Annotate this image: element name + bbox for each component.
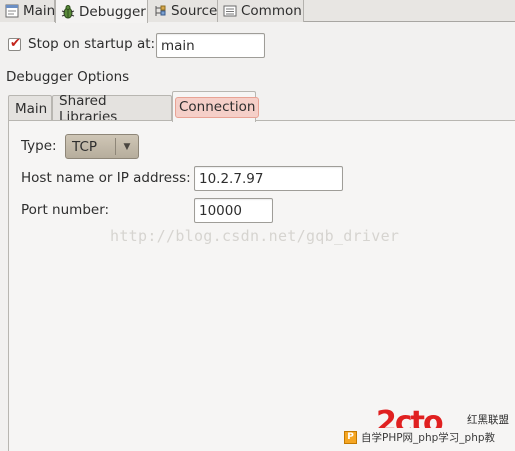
source-lookup-icon: [152, 3, 168, 19]
connection-type-select[interactable]: TCP ▼: [65, 134, 139, 159]
footer-banner: P 自学PHP网_php学习_php教: [344, 428, 515, 446]
debugger-options-tab-bar: Main Shared Libraries Connection: [8, 91, 515, 125]
port-number-input[interactable]: [194, 198, 273, 223]
tab-shared-libraries[interactable]: Shared Libraries: [52, 93, 172, 125]
tab-connection-label: Connection: [175, 96, 260, 118]
tab-common-label: Common: [241, 3, 302, 19]
startup-symbol-input[interactable]: [156, 33, 265, 58]
host-label: Host name or IP address:: [21, 170, 191, 186]
main-launch-icon: [4, 3, 20, 19]
php-badge-icon: P: [344, 430, 357, 444]
tab-common[interactable]: Common: [218, 0, 304, 22]
stop-on-startup-checkbox[interactable]: ✔: [8, 36, 21, 51]
watermark-text: http://blog.csdn.net/gqb_driver: [110, 227, 400, 245]
tab-connection[interactable]: Connection: [172, 91, 260, 122]
logo-brand-text: 红黑联盟: [467, 414, 509, 426]
tab-main-label: Main: [23, 3, 56, 19]
tab-debugger[interactable]: Debugger: [55, 0, 148, 23]
tab-main[interactable]: Main: [0, 0, 55, 22]
debugger-bug-icon: [60, 4, 76, 20]
tab-source-label: Source: [171, 3, 218, 19]
connection-type-value: TCP: [72, 138, 98, 155]
tab-source[interactable]: Source: [148, 0, 218, 22]
launch-config-tab-bar: Main Debugger Source Common: [0, 0, 515, 23]
debugger-options-title: Debugger Options: [6, 69, 130, 85]
tab-debugger-main[interactable]: Main: [8, 95, 52, 121]
host-address-input[interactable]: [194, 166, 343, 191]
tab-debugger-label: Debugger: [79, 3, 146, 20]
stop-on-startup-label: Stop on startup at:: [28, 36, 156, 52]
common-settings-icon: [222, 3, 238, 19]
port-label: Port number:: [21, 202, 110, 218]
checkmark-icon: ✔: [10, 36, 21, 51]
footer-text: 自学PHP网_php学习_php教: [361, 431, 496, 444]
type-label: Type:: [21, 138, 57, 154]
tab-debugger-main-label: Main: [15, 100, 48, 117]
dropdown-arrow-icon: ▼: [123, 141, 131, 152]
